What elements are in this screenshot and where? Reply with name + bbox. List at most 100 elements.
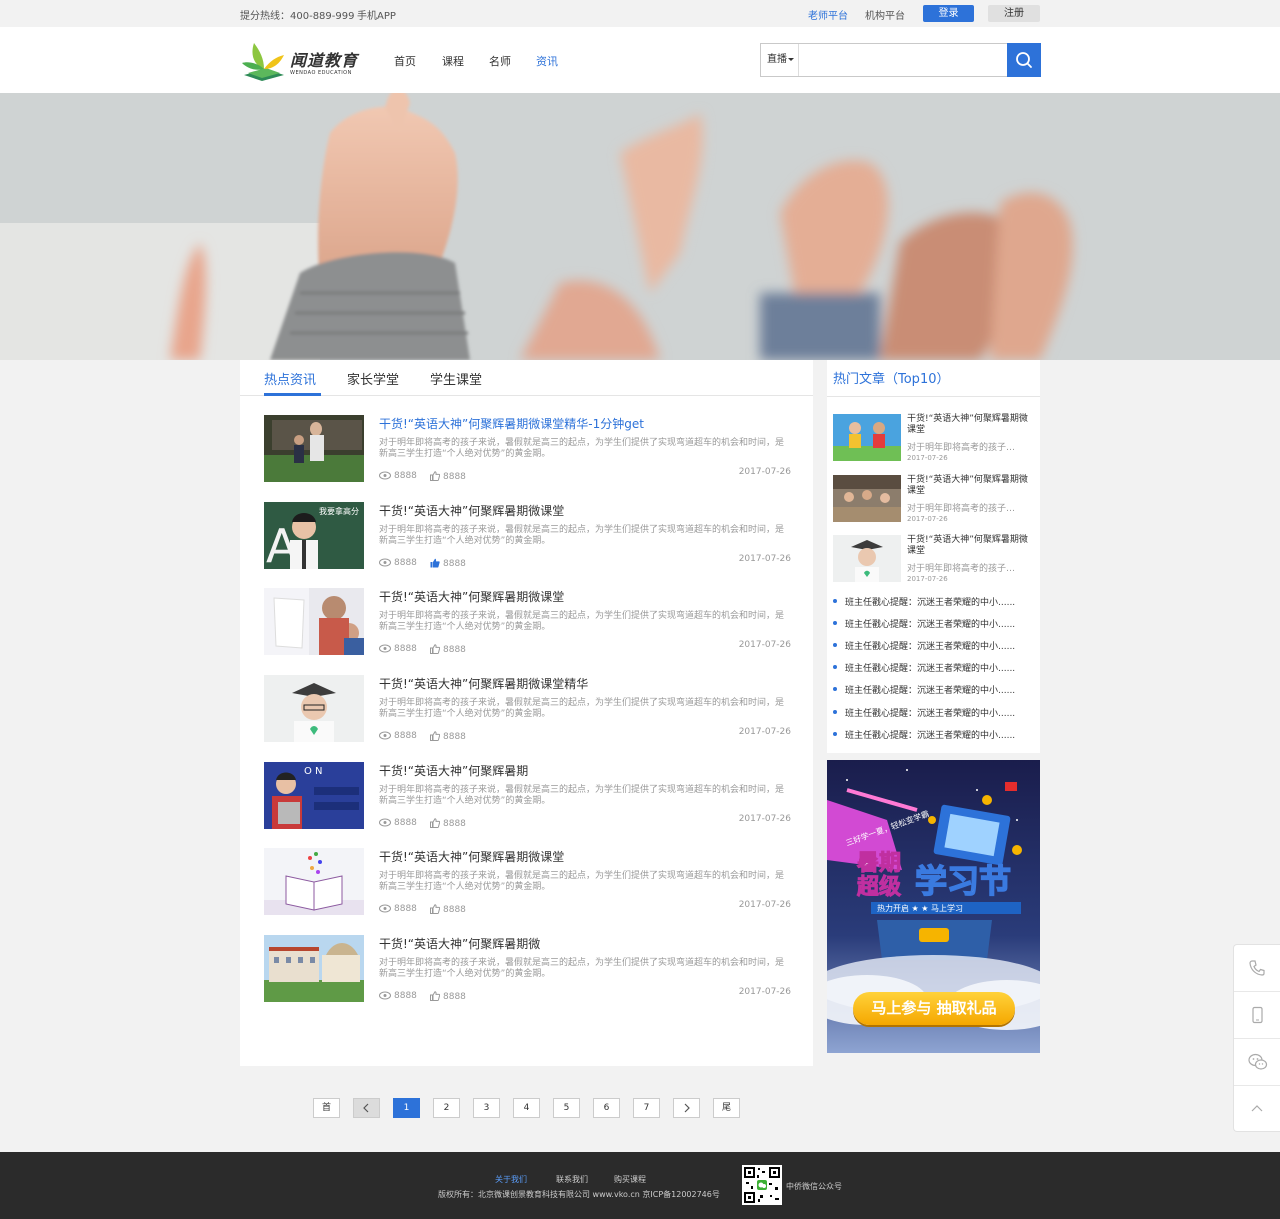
page-6[interactable]: 6 [593,1098,620,1118]
mobile-button[interactable] [1234,992,1280,1039]
search-input[interactable] [801,44,1001,76]
top-article-item[interactable]: 干货!“英语大神”何聚辉暑期微课堂 对于明年即将高考的孩子… 2017-07-2… [833,535,1034,585]
mobile-app-link[interactable]: 手机APP [357,7,396,22]
phone-button[interactable] [1234,945,1280,992]
news-panel: 热点资讯 家长学堂 学生课堂 干货!“英语大神”何聚辉暑期微课堂精华-1分钟ge… [240,360,813,1066]
tab-students[interactable]: 学生课堂 [430,369,482,388]
wechat-icon [1248,1053,1268,1070]
news-item[interactable]: O N 干货!“英语大神”何聚辉暑期 对于明年即将高考的孩子来说，暑假就是高三的… [264,762,791,830]
page-first[interactable]: 首 [313,1098,340,1118]
top-article-link[interactable]: 班主任戳心提醒：沉迷王者荣耀的中小...... [833,683,1015,696]
floating-toolbar [1233,944,1280,1132]
search-type-dropdown[interactable]: 直播 [761,44,799,76]
top-article-link-label: 班主任戳心提醒：沉迷王者荣耀的中小...... [845,686,1016,696]
news-title[interactable]: 干货!“英语大神”何聚辉暑期微课堂 [379,502,564,519]
top-article-link[interactable]: 班主任戳心提醒：沉迷王者荣耀的中小...... [833,706,1015,719]
like-count-value: 8888 [443,472,466,482]
page-7[interactable]: 7 [633,1098,660,1118]
top-article-link[interactable]: 班主任戳心提醒：沉迷王者荣耀的中小...... [833,728,1015,741]
top-article-title[interactable]: 干货!“英语大神”何聚辉暑期微课堂 [907,475,1031,497]
news-date: 2017-07-26 [738,727,791,737]
top-article-link-label: 班主任戳心提醒：沉迷王者荣耀的中小...... [845,709,1016,719]
page-2[interactable]: 2 [433,1098,460,1118]
site-footer: 关于我们 联系我们 购买课程 版权所有：北京微课创景教育科技有限公司 www.v… [0,1152,1280,1219]
top-articles-panel: 热门文章（Top10） 干货!“英语大神”何聚辉暑期微课堂 对于明年即将高考的孩… [827,360,1040,753]
like-count[interactable]: 8888 [430,558,466,569]
news-item[interactable]: 干货!“英语大神”何聚辉暑期微课堂 对于明年即将高考的孩子来说，暑假就是高三的起… [264,848,791,916]
top-article-item[interactable]: 干货!“英语大神”何聚辉暑期微课堂 对于明年即将高考的孩子… 2017-07-2… [833,475,1034,525]
nav-courses-label: 课程 [442,55,464,68]
top-article-thumbnail[interactable] [833,535,901,582]
news-title[interactable]: 干货!“英语大神”何聚辉暑期微课堂精华-1分钟get [379,415,644,432]
search-icon [1016,52,1032,68]
top-article-link[interactable]: 班主任戳心提醒：沉迷王者荣耀的中小...... [833,639,1015,652]
view-count-value: 8888 [394,818,417,828]
top-article-thumbnail[interactable] [833,475,901,522]
site-logo[interactable]: 闻道教育 WENDAO EDUCATION [240,37,365,83]
back-to-top-button[interactable] [1234,1086,1280,1133]
top-article-link[interactable]: 班主任戳心提醒：沉迷王者荣耀的中小...... [833,661,1015,674]
like-count-value: 8888 [443,992,466,1002]
news-thumbnail[interactable]: O N [264,762,364,829]
top-article-summary: 对于明年即将高考的孩子… [907,504,1016,514]
news-thumbnail[interactable] [264,588,364,655]
view-count-value: 8888 [394,471,417,481]
news-item[interactable]: 干货!“英语大神”何聚辉暑期微 对于明年即将高考的孩子来说，暑假就是高三的起点，… [264,935,791,1003]
news-thumbnail[interactable] [264,848,364,915]
news-title[interactable]: 干货!“英语大神”何聚辉暑期微课堂精华 [379,675,588,692]
eye-icon [379,991,391,1000]
search-button[interactable] [1007,43,1041,77]
login-button[interactable]: 登录 [923,5,974,22]
register-button[interactable]: 注册 [988,5,1040,22]
wechat-button[interactable] [1234,1039,1280,1086]
top-article-link[interactable]: 班主任戳心提醒：沉迷王者荣耀的中小...... [833,595,1015,608]
like-count-value: 8888 [443,905,466,915]
news-title[interactable]: 干货!“英语大神”何聚辉暑期 [379,762,528,779]
page-1[interactable]: 1 [393,1098,420,1118]
page-last[interactable]: 尾 [713,1098,740,1118]
like-count[interactable]: 8888 [430,731,466,742]
top-article-title[interactable]: 干货!“英语大神”何聚辉暑期微课堂 [907,535,1031,557]
top-article-thumbnail[interactable] [833,414,901,461]
news-summary: 对于明年即将高考的孩子来说，暑假就是高三的起点，为学生们提供了实现弯道超车的机会… [379,611,785,632]
page-5[interactable]: 5 [553,1098,580,1118]
news-item[interactable]: 干货!“英语大神”何聚辉暑期微课堂精华-1分钟get 对于明年即将高考的孩子来说… [264,415,791,483]
page-next[interactable] [673,1098,700,1118]
footer-about-link[interactable]: 关于我们 [495,1174,527,1185]
news-thumbnail[interactable]: 我要拿高分 A [264,502,364,569]
eye-icon [379,558,391,567]
footer-contact-link[interactable]: 联系我们 [556,1174,588,1185]
like-count[interactable]: 8888 [430,818,466,829]
top-article-title[interactable]: 干货!“英语大神”何聚辉暑期微课堂 [907,414,1031,436]
top-article-link[interactable]: 班主任戳心提醒：沉迷王者荣耀的中小...... [833,617,1015,630]
promo-cta-button[interactable]: 马上参与 抽取礼品 [853,992,1015,1025]
like-count[interactable]: 8888 [430,904,466,915]
view-count-value: 8888 [394,731,417,741]
org-platform-link[interactable]: 机构平台 [865,7,905,22]
tab-hot-news[interactable]: 热点资讯 [264,369,316,388]
news-title[interactable]: 干货!“英语大神”何聚辉暑期微 [379,935,540,952]
news-thumbnail[interactable] [264,415,364,482]
news-date: 2017-07-26 [738,467,791,477]
like-count[interactable]: 8888 [430,991,466,1002]
promo-banner[interactable]: 暑期 超级 学习节 三好学一夏，轻松变学霸 热力开启 ★ ★ 马上学习 马上参与… [827,760,1040,1053]
news-thumbnail[interactable] [264,675,364,742]
news-title[interactable]: 干货!“英语大神”何聚辉暑期微课堂 [379,848,564,865]
page-3[interactable]: 3 [473,1098,500,1118]
top-article-item[interactable]: 干货!“英语大神”何聚辉暑期微课堂 对于明年即将高考的孩子… 2017-07-2… [833,414,1034,464]
like-count[interactable]: 8888 [430,471,466,482]
news-thumbnail[interactable] [264,935,364,1002]
news-item[interactable]: 干货!“英语大神”何聚辉暑期微课堂精华 对于明年即将高考的孩子来说，暑假就是高三… [264,675,791,743]
teacher-platform-link[interactable]: 老师平台 [808,7,848,22]
page-4[interactable]: 4 [513,1098,540,1118]
news-title[interactable]: 干货!“英语大神”何聚辉暑期微课堂 [379,588,564,605]
top-bar: 提分热线：400-889-999 手机APP 老师平台 机构平台 登录 注册 [0,0,1280,27]
page-prev[interactable] [353,1098,380,1118]
view-count-value: 8888 [394,991,417,1001]
footer-buy-link[interactable]: 购买课程 [614,1174,646,1185]
news-item[interactable]: 干货!“英语大神”何聚辉暑期微课堂 对于明年即将高考的孩子来说，暑假就是高三的起… [264,588,791,656]
news-item[interactable]: 我要拿高分 A 干货!“英语大神”何聚辉暑期微课堂 对于明年即将高考的孩子来说，暑… [264,502,791,570]
like-count[interactable]: 8888 [430,644,466,655]
bullet-dot [833,710,837,714]
tab-parents[interactable]: 家长学堂 [347,369,399,388]
